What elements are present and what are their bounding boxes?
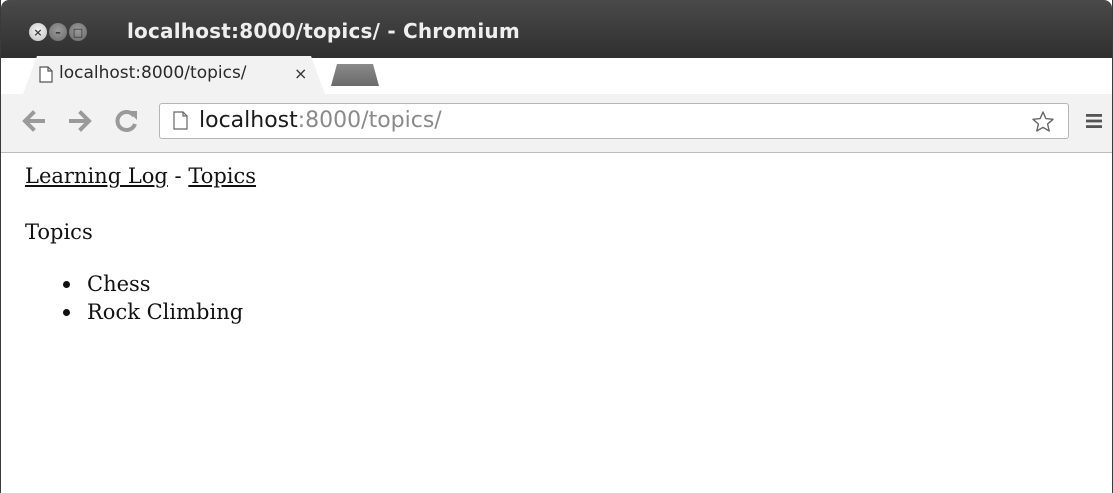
home-link[interactable]: Learning Log bbox=[25, 164, 168, 188]
new-tab-button[interactable] bbox=[331, 64, 379, 86]
tab-close-button[interactable]: × bbox=[294, 64, 307, 83]
page-icon bbox=[39, 66, 53, 83]
topic-name: Chess bbox=[87, 272, 151, 296]
list-item: Chess bbox=[25, 270, 243, 298]
menu-icon[interactable] bbox=[1085, 112, 1103, 130]
back-arrow-icon[interactable] bbox=[19, 107, 47, 135]
page-info-icon[interactable] bbox=[173, 111, 188, 130]
page-content: Learning Log - Topics Topics Chess Rock … bbox=[25, 162, 1085, 324]
window-title: localhost:8000/topics/ - Chromium bbox=[127, 19, 520, 43]
star-icon[interactable] bbox=[1031, 110, 1055, 134]
topics-link[interactable]: Topics bbox=[188, 164, 256, 188]
url-text[interactable]: localhost:8000/topics/ bbox=[199, 104, 442, 138]
tab-title: localhost:8000/topics/ bbox=[59, 63, 247, 83]
window-minimize-button[interactable]: – bbox=[49, 23, 67, 41]
bullet-icon bbox=[63, 281, 70, 288]
url-path: :8000/topics/ bbox=[297, 108, 442, 133]
page-heading: Topics bbox=[25, 220, 93, 244]
window-maximize-button[interactable]: □ bbox=[69, 23, 87, 41]
reload-icon[interactable] bbox=[113, 107, 141, 135]
list-item: Rock Climbing bbox=[25, 298, 243, 326]
forward-arrow-icon[interactable] bbox=[67, 107, 95, 135]
browser-window: × – □ localhost:8000/topics/ - Chromium … bbox=[0, 0, 1113, 493]
bullet-icon bbox=[63, 309, 70, 316]
url-host: localhost bbox=[199, 108, 298, 133]
topics-list: Chess Rock Climbing bbox=[25, 270, 243, 326]
site-nav: Learning Log - Topics bbox=[25, 162, 1085, 190]
window-close-button[interactable]: × bbox=[29, 23, 47, 41]
topic-name: Rock Climbing bbox=[87, 300, 244, 324]
nav-separator: - bbox=[167, 164, 189, 188]
